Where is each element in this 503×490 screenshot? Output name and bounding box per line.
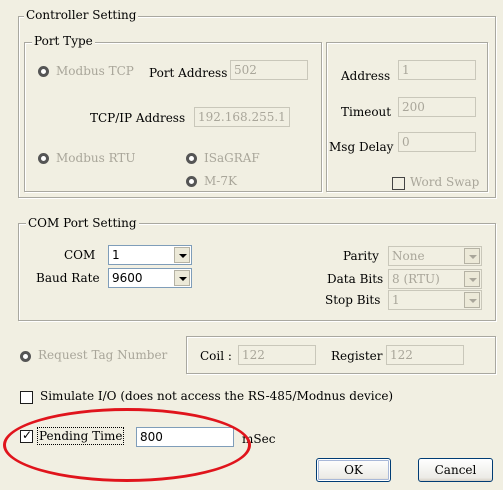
tcpip-address-label: TCP/IP Address <box>90 111 186 125</box>
request-tag-label: Request Tag Number <box>38 348 168 362</box>
simulate-io-checkbox[interactable] <box>20 391 33 404</box>
simulate-io-label: Simulate I/O (does not access the RS-485… <box>40 389 394 403</box>
baud-rate-select[interactable]: 9600 <box>108 268 192 288</box>
parity-label: Parity <box>343 249 379 263</box>
address-label: Address <box>341 69 391 83</box>
com-select-value: 1 <box>112 248 120 262</box>
chevron-down-icon[interactable] <box>174 247 190 263</box>
parity-select-value: None <box>392 249 425 263</box>
checkmark-icon: ✓ <box>22 428 33 442</box>
port-type-legend: Port Type <box>32 34 95 48</box>
pending-time-unit: mSec <box>242 432 276 446</box>
timeout-field[interactable]: 200 <box>398 97 476 117</box>
m7k-radio[interactable] <box>186 176 197 187</box>
pending-time-field[interactable]: 800 <box>136 427 234 447</box>
modbus-tcp-label: Modbus TCP <box>56 64 134 78</box>
word-swap-checkbox[interactable] <box>392 177 405 190</box>
com-label: COM <box>64 248 96 262</box>
modbus-rtu-label: Modbus RTU <box>56 151 136 165</box>
msg-delay-label: Msg Delay <box>329 140 394 154</box>
chevron-down-icon[interactable] <box>464 248 480 264</box>
parity-select[interactable]: None <box>388 246 482 266</box>
request-tag-radio[interactable] <box>20 351 31 362</box>
pending-time-checkbox[interactable]: ✓ <box>20 428 33 443</box>
modbus-tcp-radio[interactable] <box>38 66 49 77</box>
port-address-field[interactable]: 502 <box>230 60 308 80</box>
data-bits-select-value: 8 (RTU) <box>392 272 440 286</box>
cancel-button[interactable]: Cancel <box>418 458 493 482</box>
data-bits-select[interactable]: 8 (RTU) <box>388 269 482 289</box>
chevron-down-icon[interactable] <box>174 270 190 286</box>
modbus-rtu-radio[interactable] <box>38 153 49 164</box>
address-field[interactable]: 1 <box>398 60 476 80</box>
chevron-down-icon[interactable] <box>464 271 480 287</box>
timeout-label: Timeout <box>341 105 392 119</box>
com-select[interactable]: 1 <box>108 245 192 265</box>
controller-setting-legend: Controller Setting <box>24 8 139 22</box>
word-swap-label: Word Swap <box>410 175 480 189</box>
register-field[interactable]: 122 <box>386 345 464 365</box>
com-port-legend: COM Port Setting <box>26 216 139 230</box>
coil-field[interactable]: 122 <box>238 345 316 365</box>
ok-button[interactable]: OK <box>316 458 391 482</box>
isagraf-label: ISaGRAF <box>204 151 260 165</box>
baud-rate-label: Baud Rate <box>36 271 100 285</box>
stop-bits-select-value: 1 <box>392 293 400 307</box>
stop-bits-select[interactable]: 1 <box>388 290 482 310</box>
m7k-label: M-7K <box>204 174 237 188</box>
coil-label: Coil : <box>200 349 232 363</box>
baud-rate-select-value: 9600 <box>112 271 143 285</box>
chevron-down-icon[interactable] <box>464 292 480 308</box>
tcpip-address-field[interactable]: 192.168.255.1 <box>194 107 290 127</box>
stop-bits-label: Stop Bits <box>325 293 381 307</box>
pending-time-label: Pending Time <box>36 427 125 445</box>
isagraf-radio[interactable] <box>186 153 197 164</box>
msg-delay-field[interactable]: 0 <box>398 132 476 152</box>
register-label: Register <box>331 349 383 363</box>
data-bits-label: Data Bits <box>327 272 384 286</box>
port-address-label: Port Address <box>149 66 228 80</box>
